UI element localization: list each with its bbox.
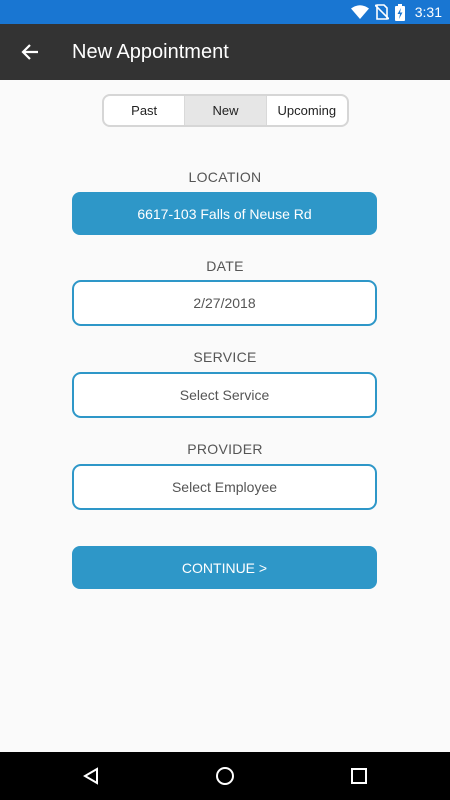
- location-label: LOCATION: [188, 169, 262, 185]
- provider-select[interactable]: Select Employee: [72, 464, 377, 510]
- service-select[interactable]: Select Service: [72, 372, 377, 418]
- app-bar: New Appointment: [0, 24, 450, 80]
- wifi-icon: [350, 5, 369, 19]
- arrow-back-icon: [21, 44, 38, 60]
- tab-new[interactable]: New: [184, 96, 266, 125]
- status-time: 3:31: [414, 4, 442, 20]
- navigation-bar: [0, 752, 450, 800]
- service-label: SERVICE: [193, 349, 257, 365]
- nav-back-icon: [83, 767, 98, 785]
- location-button[interactable]: 6617-103 Falls of Neuse Rd: [72, 192, 377, 235]
- nav-recents-button[interactable]: [335, 752, 383, 800]
- date-label: DATE: [206, 258, 244, 274]
- continue-button[interactable]: CONTINUE >: [72, 546, 377, 589]
- status-bar: 3:31: [0, 0, 450, 24]
- nav-recents-icon: [351, 768, 367, 784]
- nav-home-icon: [216, 767, 234, 785]
- tab-past[interactable]: Past: [104, 96, 184, 125]
- no-sim-icon: [374, 4, 389, 20]
- tab-upcoming[interactable]: Upcoming: [265, 96, 347, 125]
- status-icons: 3:31: [350, 0, 442, 24]
- nav-back-button[interactable]: [67, 752, 115, 800]
- provider-label: PROVIDER: [187, 441, 263, 457]
- nav-home-button[interactable]: [201, 752, 249, 800]
- appointment-tabs: Past New Upcoming: [102, 94, 349, 127]
- back-button[interactable]: [10, 32, 50, 72]
- date-field[interactable]: 2/27/2018: [72, 280, 377, 326]
- page-title: New Appointment: [72, 41, 229, 63]
- battery-charging-icon: [394, 3, 405, 21]
